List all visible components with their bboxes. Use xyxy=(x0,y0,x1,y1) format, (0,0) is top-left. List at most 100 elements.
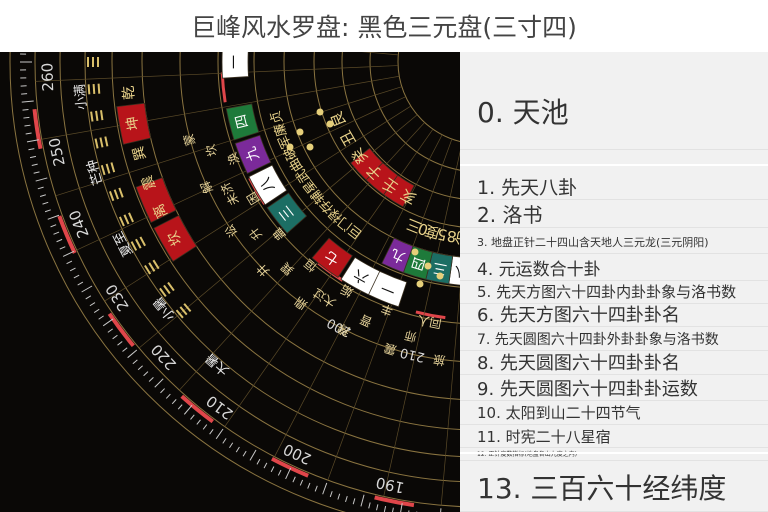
degree-tick xyxy=(132,359,138,365)
layer-option[interactable]: 0. 天池 xyxy=(460,72,768,150)
degree-tick xyxy=(235,446,240,453)
hexagram-line xyxy=(123,214,130,225)
hetu-dot xyxy=(416,280,424,288)
degree-tick xyxy=(285,467,292,480)
hetu-dot xyxy=(316,108,324,116)
degree-tick xyxy=(202,424,208,430)
hexagram-line xyxy=(87,57,89,67)
degree-tick xyxy=(360,494,365,507)
degree-tick xyxy=(368,502,371,509)
degree-tick xyxy=(292,476,296,483)
hexagram-name: 未济 xyxy=(217,180,241,208)
degree-tick xyxy=(392,507,394,512)
degree-label: 240 xyxy=(65,207,92,240)
degree-tick xyxy=(85,295,92,300)
degree-tick xyxy=(117,341,123,346)
degree-label: 260 xyxy=(38,62,57,91)
degree-tick xyxy=(160,388,165,394)
degree-tick xyxy=(44,209,51,213)
degree-tick xyxy=(222,438,227,444)
star-label: 廉贞 xyxy=(267,109,290,139)
degree-tick xyxy=(337,493,341,500)
hexagram-name: 旅 xyxy=(432,352,446,368)
degree-tick xyxy=(165,393,171,399)
sector-spoke xyxy=(361,52,399,56)
degree-tick xyxy=(229,442,234,449)
degree-tick xyxy=(177,404,183,410)
layer-option[interactable]: 4. 元运数合十卦 xyxy=(460,255,768,281)
hexagram-line xyxy=(92,57,94,67)
picker-selection-line xyxy=(460,164,768,166)
degree-tick xyxy=(56,238,63,243)
degree-tick xyxy=(53,231,60,235)
layer-option[interactable]: 9. 先天圆图六十四卦卦运数 xyxy=(460,375,768,401)
luoshu-number: 一 xyxy=(227,55,243,69)
hexagram-line xyxy=(97,57,99,67)
degree-tick xyxy=(171,399,177,405)
degree-tick xyxy=(50,224,57,228)
degree-tick xyxy=(209,428,214,435)
degree-tick xyxy=(66,260,73,265)
degree-tick xyxy=(28,148,35,151)
degree-tick xyxy=(307,482,311,489)
degree-tick xyxy=(69,267,76,272)
degree-tick xyxy=(23,116,30,119)
degree-label: 220 xyxy=(147,340,180,373)
hexagram-name: 蒙 xyxy=(181,132,198,147)
hexagram-name: 大过 xyxy=(311,285,339,310)
hetu-dot xyxy=(286,143,294,151)
hexagram-line xyxy=(105,163,111,174)
hexagram-line xyxy=(94,138,99,149)
degree-label: 190 xyxy=(374,473,406,497)
picker-selection-line xyxy=(460,452,768,454)
hexagram-name: 晋 xyxy=(358,312,375,330)
degree-tick xyxy=(196,419,201,425)
luopan-compass[interactable]: 270260250240230220210200190210200一四九八三七六… xyxy=(0,52,460,512)
layer-option[interactable]: 8. 先天圆图六十四卦卦名 xyxy=(460,349,768,375)
mountain-label: 丑 xyxy=(336,127,359,149)
degree-tick xyxy=(256,458,261,465)
degree-tick xyxy=(183,404,193,415)
degree-tick xyxy=(73,274,80,279)
degree-tick xyxy=(376,504,379,511)
hetu-dot xyxy=(436,272,444,280)
hexagram-line xyxy=(92,83,96,95)
degree-tick xyxy=(352,498,356,505)
degree-tick xyxy=(329,491,333,498)
degree-tick xyxy=(29,155,37,159)
degree-tick xyxy=(107,328,114,333)
layer-option[interactable]: 13. 三百六十经纬度 xyxy=(460,462,768,512)
layer-option[interactable]: 12. 正针度数指标(地盘各山九度之内) xyxy=(460,447,768,461)
layer-option[interactable]: 2. 洛书 xyxy=(460,200,768,228)
layer-option[interactable]: 1. 先天八卦 xyxy=(460,174,768,200)
degree-tick xyxy=(263,462,268,469)
degree-label: 230 xyxy=(102,281,133,315)
hexagram-line xyxy=(148,262,156,272)
degree-tick xyxy=(102,318,114,327)
layer-option[interactable]: 3. 地盘正针二十四山含天地人三元龙(三元阴阳) xyxy=(460,230,768,254)
layer-option[interactable]: 6. 先天方图六十四卦卦名 xyxy=(460,301,768,327)
layer-option[interactable]: 7. 先天圆图六十四卦外卦卦象与洛书数 xyxy=(460,327,768,351)
hexagram-line xyxy=(95,110,99,121)
page-title: 巨峰风水罗盘: 黑色三元盘(三寸四) xyxy=(0,0,768,52)
degree-tick xyxy=(299,479,304,486)
compass-svg: 270260250240230220210200190210200一四九八三七六… xyxy=(9,52,460,512)
layer-picker[interactable]: 0. 天池 1. 先天八卦 2. 洛书 3. 地盘正针二十四山含天地人三元龙(三元阴阳… xyxy=(460,52,768,512)
hexagram-line xyxy=(90,111,94,122)
degree-tick xyxy=(277,469,282,476)
hexagram-name: 升 xyxy=(246,225,264,243)
layer-option[interactable]: 11. 时宪二十八星宿 xyxy=(460,426,768,448)
degree-tick xyxy=(190,414,195,420)
hexagram-line xyxy=(144,264,152,275)
hetu-dot xyxy=(326,120,334,128)
hexagram-line xyxy=(100,110,104,121)
hetu-dot xyxy=(296,128,304,136)
hexagram-line xyxy=(97,83,101,94)
degree-tick xyxy=(148,377,154,382)
hexagram-line xyxy=(99,137,104,148)
degree-tick xyxy=(314,485,318,492)
solar-term-label: 大暑 xyxy=(203,350,232,378)
degree-tick xyxy=(37,186,44,190)
layer-option[interactable]: 10. 太阳到山二十四节气 xyxy=(460,401,768,425)
degree-tick xyxy=(21,100,34,103)
